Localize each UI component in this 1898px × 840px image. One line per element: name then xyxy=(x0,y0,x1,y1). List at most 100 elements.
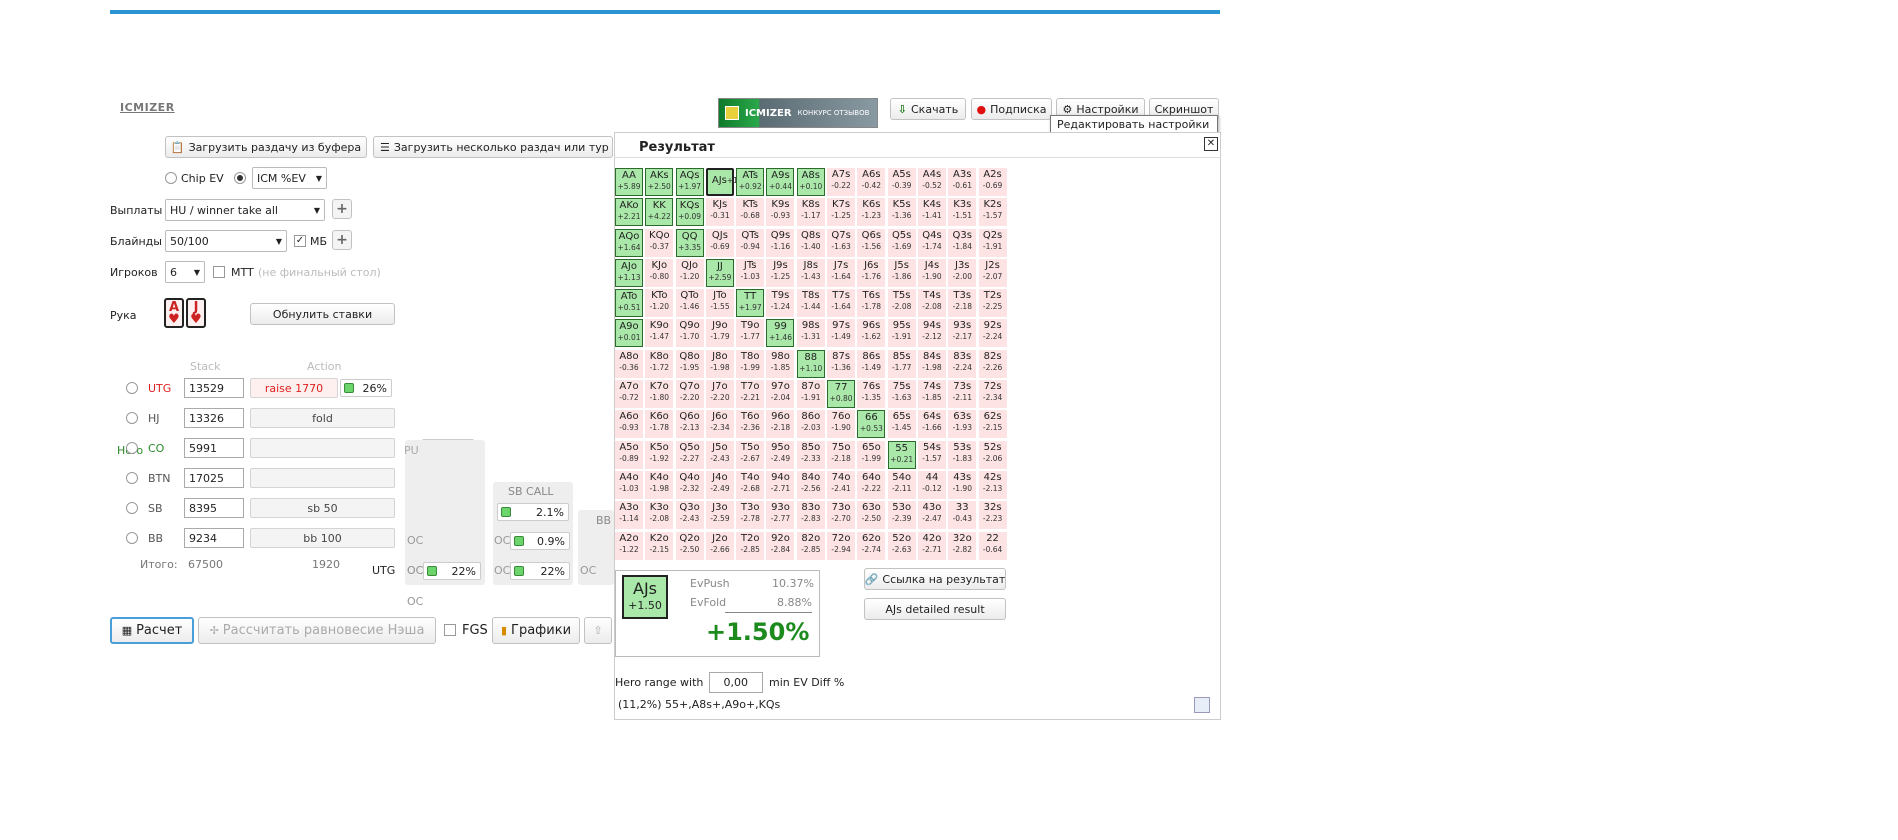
hand-cell[interactable]: 92o -2.84 xyxy=(766,531,795,560)
hand-cell[interactable]: 42s -2.13 xyxy=(978,470,1007,499)
hand-cell[interactable]: KQs +0.09 xyxy=(675,198,704,227)
hand-cell[interactable]: K7o -1.80 xyxy=(645,380,674,409)
hand-cell[interactable]: 87s -1.36 xyxy=(827,349,856,378)
hand-cell[interactable]: T3s -2.18 xyxy=(948,289,977,318)
calculate-button[interactable]: ▦ Расчет xyxy=(110,617,194,644)
hand-cell[interactable]: Q4s -1.74 xyxy=(917,228,946,257)
hand-cell[interactable]: 55 +0.21 xyxy=(887,440,916,469)
charts-button[interactable]: ▮ Графики xyxy=(492,617,580,644)
hand-cell[interactable]: 73s -2.11 xyxy=(948,380,977,409)
hand-cell[interactable]: J9o -1.79 xyxy=(705,319,734,348)
hand-cell[interactable]: 98s -1.31 xyxy=(796,319,825,348)
hand-cell[interactable]: 65s -1.45 xyxy=(887,410,916,439)
hand-cell[interactable]: 52s -2.06 xyxy=(978,440,1007,469)
stack-input[interactable]: 9234 xyxy=(184,528,244,548)
hand-cell[interactable]: QJo -1.20 xyxy=(675,258,704,287)
hand-cell[interactable]: 77 +0.80 xyxy=(827,380,856,409)
hand-cell[interactable]: A4o -1.03 xyxy=(615,470,643,499)
hand-cell[interactable]: K2s -1.57 xyxy=(978,198,1007,227)
hand-cell[interactable]: T7s -1.64 xyxy=(827,289,856,318)
hand-cell[interactable]: J9s -1.25 xyxy=(766,258,795,287)
hand-cell[interactable]: Q6o -2.13 xyxy=(675,410,704,439)
hand-cell[interactable]: K9o -1.47 xyxy=(645,319,674,348)
hand-cell[interactable]: ATo +0.51 xyxy=(615,289,643,318)
hand-cell[interactable]: 94o -2.71 xyxy=(766,470,795,499)
hand-cell[interactable]: 33 -0.43 xyxy=(948,501,977,530)
hand-cell[interactable]: A2o -1.22 xyxy=(615,531,643,560)
hand-cell[interactable]: 32s -2.23 xyxy=(978,501,1007,530)
hand-cell[interactable]: J8s -1.43 xyxy=(796,258,825,287)
position-radio[interactable] xyxy=(126,472,138,484)
hand-cell[interactable]: 32o -2.82 xyxy=(948,531,977,560)
hand-cell[interactable]: K2o -2.15 xyxy=(645,531,674,560)
hand-cell[interactable]: AJs+1.50 xyxy=(705,168,750,196)
hand-cell[interactable]: 44 -0.12 xyxy=(917,470,946,499)
hand-cell[interactable]: A4s -0.52 xyxy=(917,168,946,196)
ev-mode-select[interactable]: ICM %EV ▼ xyxy=(252,167,327,189)
hand-cell[interactable]: K3s -1.51 xyxy=(948,198,977,227)
hand-cell[interactable]: 52o -2.63 xyxy=(887,531,916,560)
selected-hand-cell[interactable]: AJs +1.50 xyxy=(622,575,668,619)
hand-cell[interactable]: 66 +0.53 xyxy=(857,410,886,439)
hand-cell[interactable]: K8o -1.72 xyxy=(645,349,674,378)
app-logo[interactable]: ICMIZER xyxy=(120,101,175,114)
hand-cell[interactable]: 98o -1.85 xyxy=(766,349,795,378)
hand-cell[interactable]: Q6s -1.56 xyxy=(857,228,886,257)
hand-cell[interactable]: A3o -1.14 xyxy=(615,501,643,530)
hand-cell[interactable]: 22 -0.64 xyxy=(978,531,1007,560)
add-blinds-button[interactable]: + xyxy=(332,230,352,250)
hand-cell[interactable]: A8s +0.10 xyxy=(796,168,825,196)
hand-cell[interactable]: 63o -2.50 xyxy=(857,501,886,530)
hand-cell[interactable]: Q9o -1.70 xyxy=(675,319,704,348)
range-percent[interactable]: 26% xyxy=(340,379,392,397)
hand-cell[interactable]: TT +1.97 xyxy=(736,289,765,318)
icm-ev-radio[interactable] xyxy=(234,172,246,184)
hand-cell[interactable]: K3o -2.08 xyxy=(645,501,674,530)
hand-cell[interactable]: A6s -0.42 xyxy=(857,168,886,196)
mb-checkbox[interactable]: ✓ xyxy=(294,235,306,247)
hand-cell[interactable]: A2s -0.69 xyxy=(978,168,1007,196)
hand-cell[interactable]: 85o -2.33 xyxy=(796,440,825,469)
reset-bets-button[interactable]: Обнулить ставки xyxy=(250,303,395,325)
action-field[interactable] xyxy=(250,468,395,488)
hand-cell[interactable]: 43s -1.90 xyxy=(948,470,977,499)
hand-cell[interactable]: 82o -2.85 xyxy=(796,531,825,560)
sb-call-bb-pct[interactable]: 2.1% xyxy=(497,503,569,521)
hand-cell[interactable]: JTs -1.03 xyxy=(736,258,765,287)
hand-cell[interactable]: 99 +1.46 xyxy=(766,319,795,348)
hand-cell[interactable]: 62s -2.15 xyxy=(978,410,1007,439)
action-field[interactable]: sb 50 xyxy=(250,498,395,518)
hand-cell[interactable]: A6o -0.93 xyxy=(615,410,643,439)
hand-cell[interactable]: T4s -2.08 xyxy=(917,289,946,318)
hand-cell[interactable]: 74o -2.41 xyxy=(827,470,856,499)
hand-cell[interactable]: J4o -2.49 xyxy=(705,470,734,499)
hand-cell[interactable]: T9s -1.24 xyxy=(766,289,795,318)
hand-cell[interactable]: A5o -0.89 xyxy=(615,440,643,469)
hand-cell[interactable]: J3s -2.00 xyxy=(948,258,977,287)
hand-cell[interactable]: Q5o -2.27 xyxy=(675,440,704,469)
hand-cell[interactable]: QTs -0.94 xyxy=(736,228,765,257)
hand-cell[interactable]: 83o -2.83 xyxy=(796,501,825,530)
hand-cell[interactable]: 86o -2.03 xyxy=(796,410,825,439)
hand-cell[interactable]: T6s -1.78 xyxy=(857,289,886,318)
hand-cell[interactable]: Q5s -1.69 xyxy=(887,228,916,257)
hand-cell[interactable]: J8o -1.98 xyxy=(705,349,734,378)
hand-cell[interactable]: QJs -0.69 xyxy=(705,228,734,257)
hand-cell[interactable]: A5s -0.39 xyxy=(887,168,916,196)
hand-cell[interactable]: J5s -1.86 xyxy=(887,258,916,287)
hand-cell[interactable]: J6s -1.76 xyxy=(857,258,886,287)
hand-cell[interactable]: J7s -1.64 xyxy=(827,258,856,287)
hand-cell[interactable]: 43o -2.47 xyxy=(917,501,946,530)
hand-cell[interactable]: 84o -2.56 xyxy=(796,470,825,499)
hand-cell[interactable]: K6o -1.78 xyxy=(645,410,674,439)
sb-call-utg-pct[interactable]: 22% xyxy=(510,562,570,580)
hand-cell[interactable]: 93o -2.77 xyxy=(766,501,795,530)
hand-cell[interactable]: 63s -1.93 xyxy=(948,410,977,439)
load-many-button[interactable]: ☰ Загрузить несколько раздач или тур xyxy=(373,136,613,158)
card-1[interactable]: A ♥ xyxy=(164,298,184,328)
hand-cell[interactable]: AA +5.89 xyxy=(615,168,643,196)
players-select[interactable]: 6 ▼ xyxy=(165,261,205,283)
hand-cell[interactable]: J7o -2.20 xyxy=(705,380,734,409)
hand-cell[interactable]: A8o -0.36 xyxy=(615,349,643,378)
card-2[interactable]: J ♥ xyxy=(186,298,206,328)
